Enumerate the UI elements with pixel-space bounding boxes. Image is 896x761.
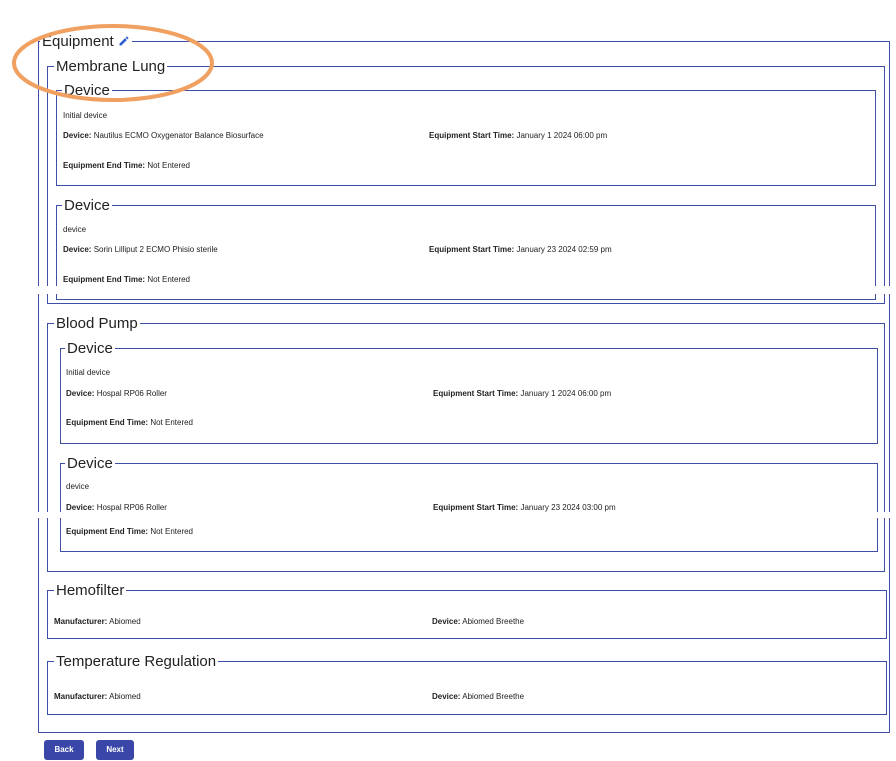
end-time-label: Equipment End Time: bbox=[63, 161, 146, 170]
manufacturer-row: Manufacturer: Abiomed bbox=[54, 617, 141, 626]
end-time-label: Equipment End Time: bbox=[66, 418, 149, 427]
device-value: Hospal RP06 Roller bbox=[96, 503, 167, 512]
end-time-row: Equipment End Time: Not Entered bbox=[66, 418, 193, 427]
bp-device-2-title: Device bbox=[65, 455, 115, 472]
equipment-legend: Equipment bbox=[40, 34, 132, 50]
end-time-row: Equipment End Time: Not Entered bbox=[63, 161, 190, 170]
manufacturer-value: Abiomed bbox=[109, 692, 141, 701]
ml-device-1-title: Device bbox=[62, 82, 112, 99]
manufacturer-label: Manufacturer: bbox=[54, 692, 108, 701]
end-time-value: Not Entered bbox=[147, 275, 191, 284]
end-time-value: Not Entered bbox=[150, 418, 194, 427]
hemofilter-section bbox=[47, 590, 887, 639]
device-note: device bbox=[63, 225, 87, 234]
device-value: Hospal RP06 Roller bbox=[96, 389, 167, 398]
end-time-row: Equipment End Time: Not Entered bbox=[63, 275, 190, 284]
start-time-value: January 23 2024 03:00 pm bbox=[520, 503, 616, 512]
divider bbox=[889, 518, 890, 528]
start-time-value: January 1 2024 06:00 pm bbox=[516, 131, 608, 140]
divider bbox=[47, 294, 48, 304]
divider bbox=[60, 518, 61, 528]
device-note: device bbox=[66, 482, 90, 491]
start-time-row: Equipment Start Time: January 1 2024 06:… bbox=[433, 389, 611, 398]
temperature-regulation-title: Temperature Regulation bbox=[54, 653, 219, 670]
device-row: Device: Nautilus ECMO Oxygenator Balance… bbox=[63, 131, 264, 140]
device-note: Initial device bbox=[63, 111, 108, 120]
device-label: Device: bbox=[432, 692, 461, 701]
end-time-value: Not Entered bbox=[147, 161, 191, 170]
manufacturer-row: Manufacturer: Abiomed bbox=[54, 692, 141, 701]
start-time-row: Equipment Start Time: January 23 2024 02… bbox=[429, 245, 612, 254]
pencil-icon[interactable] bbox=[118, 35, 130, 50]
next-button[interactable]: Next bbox=[96, 740, 134, 760]
start-time-value: January 23 2024 02:59 pm bbox=[516, 245, 612, 254]
bp-device-1-title: Device bbox=[65, 340, 115, 357]
stitch-gap bbox=[0, 286, 896, 294]
membrane-lung-title: Membrane Lung bbox=[54, 58, 168, 75]
divider bbox=[877, 518, 878, 528]
device-row: Device: Hospal RP06 Roller bbox=[66, 503, 167, 512]
device-label: Device: bbox=[63, 131, 92, 140]
device-row: Device: Abiomed Breethe bbox=[432, 692, 524, 701]
device-note: Initial device bbox=[66, 368, 111, 377]
device-row: Device: Hospal RP06 Roller bbox=[66, 389, 167, 398]
end-time-label: Equipment End Time: bbox=[63, 275, 146, 284]
start-time-label: Equipment Start Time: bbox=[429, 245, 515, 254]
start-time-row: Equipment Start Time: January 1 2024 06:… bbox=[429, 131, 607, 140]
hemofilter-title: Hemofilter bbox=[54, 582, 127, 599]
device-label: Device: bbox=[66, 389, 95, 398]
device-value: Nautilus ECMO Oxygenator Balance Biosurf… bbox=[93, 131, 264, 140]
divider bbox=[884, 518, 885, 528]
start-time-label: Equipment Start Time: bbox=[433, 389, 519, 398]
divider bbox=[889, 294, 890, 304]
end-time-label: Equipment End Time: bbox=[66, 527, 149, 536]
divider bbox=[884, 294, 885, 304]
device-value: Sorin Lilliput 2 ECMO Phisio sterile bbox=[93, 245, 218, 254]
end-time-value: Not Entered bbox=[150, 527, 194, 536]
ml-device-2-title: Device bbox=[62, 197, 112, 214]
divider bbox=[47, 518, 48, 528]
device-label: Device: bbox=[66, 503, 95, 512]
device-row: Device: Abiomed Breethe bbox=[432, 617, 524, 626]
stitch-gap bbox=[0, 512, 896, 518]
manufacturer-label: Manufacturer: bbox=[54, 617, 108, 626]
manufacturer-value: Abiomed bbox=[109, 617, 141, 626]
divider bbox=[38, 518, 39, 528]
start-time-label: Equipment Start Time: bbox=[433, 503, 519, 512]
equipment-title: Equipment bbox=[42, 33, 114, 50]
device-value: Abiomed Breethe bbox=[462, 692, 525, 701]
device-row: Device: Sorin Lilliput 2 ECMO Phisio ste… bbox=[63, 245, 218, 254]
start-time-row: Equipment Start Time: January 23 2024 03… bbox=[433, 503, 616, 512]
blood-pump-title: Blood Pump bbox=[54, 315, 140, 332]
back-button[interactable]: Back bbox=[44, 740, 84, 760]
device-value: Abiomed Breethe bbox=[462, 617, 525, 626]
start-time-value: January 1 2024 06:00 pm bbox=[520, 389, 612, 398]
start-time-label: Equipment Start Time: bbox=[429, 131, 515, 140]
device-label: Device: bbox=[63, 245, 92, 254]
end-time-row: Equipment End Time: Not Entered bbox=[66, 527, 193, 536]
divider bbox=[38, 294, 39, 304]
device-label: Device: bbox=[432, 617, 461, 626]
